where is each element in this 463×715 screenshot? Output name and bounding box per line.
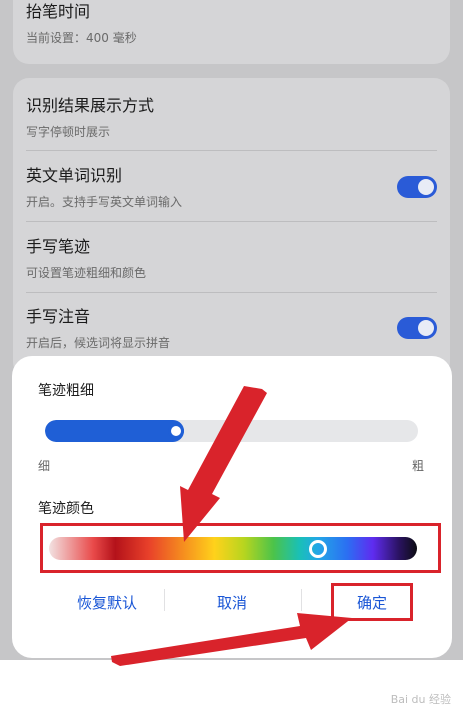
thickness-slider[interactable] — [45, 420, 418, 442]
color-slider-thumb[interactable] — [308, 540, 327, 558]
thickness-slider-thumb[interactable] — [167, 423, 184, 439]
pinyin-toggle[interactable] — [397, 317, 437, 339]
watermark: Bai du 经验 — [390, 693, 451, 706]
stroke-settings-sheet: 笔迹粗细 细 粗 笔迹颜色 恢复默认 取消 确定 — [12, 356, 452, 658]
cancel-button[interactable]: 取消 — [177, 592, 287, 613]
english-words-subtitle: 开启。支持手写英文单词输入 — [26, 195, 183, 209]
toggle-knob — [418, 320, 434, 336]
stroke-title: 手写笔迹 — [26, 237, 91, 256]
confirm-button[interactable]: 确定 — [334, 592, 410, 613]
button-separator — [164, 589, 165, 611]
pinyin-subtitle: 开启后，候选词将显示拼音 — [26, 336, 171, 350]
stroke-setting[interactable]: 手写笔迹 可设置笔迹粗细和颜色 — [26, 237, 437, 281]
pinyin-setting: 手写注音 开启后，候选词将显示拼音 — [26, 307, 437, 351]
thin-label: 细 — [38, 459, 51, 473]
pen-lift-title: 抬笔时间 — [26, 2, 91, 21]
divider — [26, 150, 437, 151]
result-display-setting[interactable]: 识别结果展示方式 写字停顿时展示 — [26, 96, 437, 140]
stroke-subtitle: 可设置笔迹粗细和颜色 — [26, 266, 147, 280]
result-display-title: 识别结果展示方式 — [26, 96, 155, 115]
thickness-slider-fill — [45, 420, 184, 442]
divider — [26, 292, 437, 293]
result-display-subtitle: 写字停顿时展示 — [26, 125, 111, 139]
thickness-label: 笔迹粗细 — [38, 383, 94, 399]
divider — [26, 221, 437, 222]
reset-default-button[interactable]: 恢复默认 — [52, 592, 162, 613]
english-words-setting: 英文单词识别 开启。支持手写英文单词输入 — [26, 166, 437, 210]
pen-lift-subtitle: 当前设置：400 毫秒 — [26, 31, 137, 45]
button-separator — [301, 589, 302, 611]
pen-lift-card: 抬笔时间 当前设置：400 毫秒 — [13, 0, 450, 64]
thick-label: 粗 — [412, 459, 425, 473]
color-label: 笔迹颜色 — [38, 501, 94, 517]
handwriting-settings-card: 识别结果展示方式 写字停顿时展示 英文单词识别 开启。支持手写英文单词输入 手写… — [13, 78, 450, 378]
pen-lift-setting[interactable]: 抬笔时间 当前设置：400 毫秒 — [26, 2, 437, 46]
color-spectrum-slider[interactable] — [49, 537, 417, 560]
english-words-title: 英文单词识别 — [26, 166, 123, 185]
english-words-toggle[interactable] — [397, 176, 437, 198]
toggle-knob — [418, 179, 434, 195]
pinyin-title: 手写注音 — [26, 307, 91, 326]
